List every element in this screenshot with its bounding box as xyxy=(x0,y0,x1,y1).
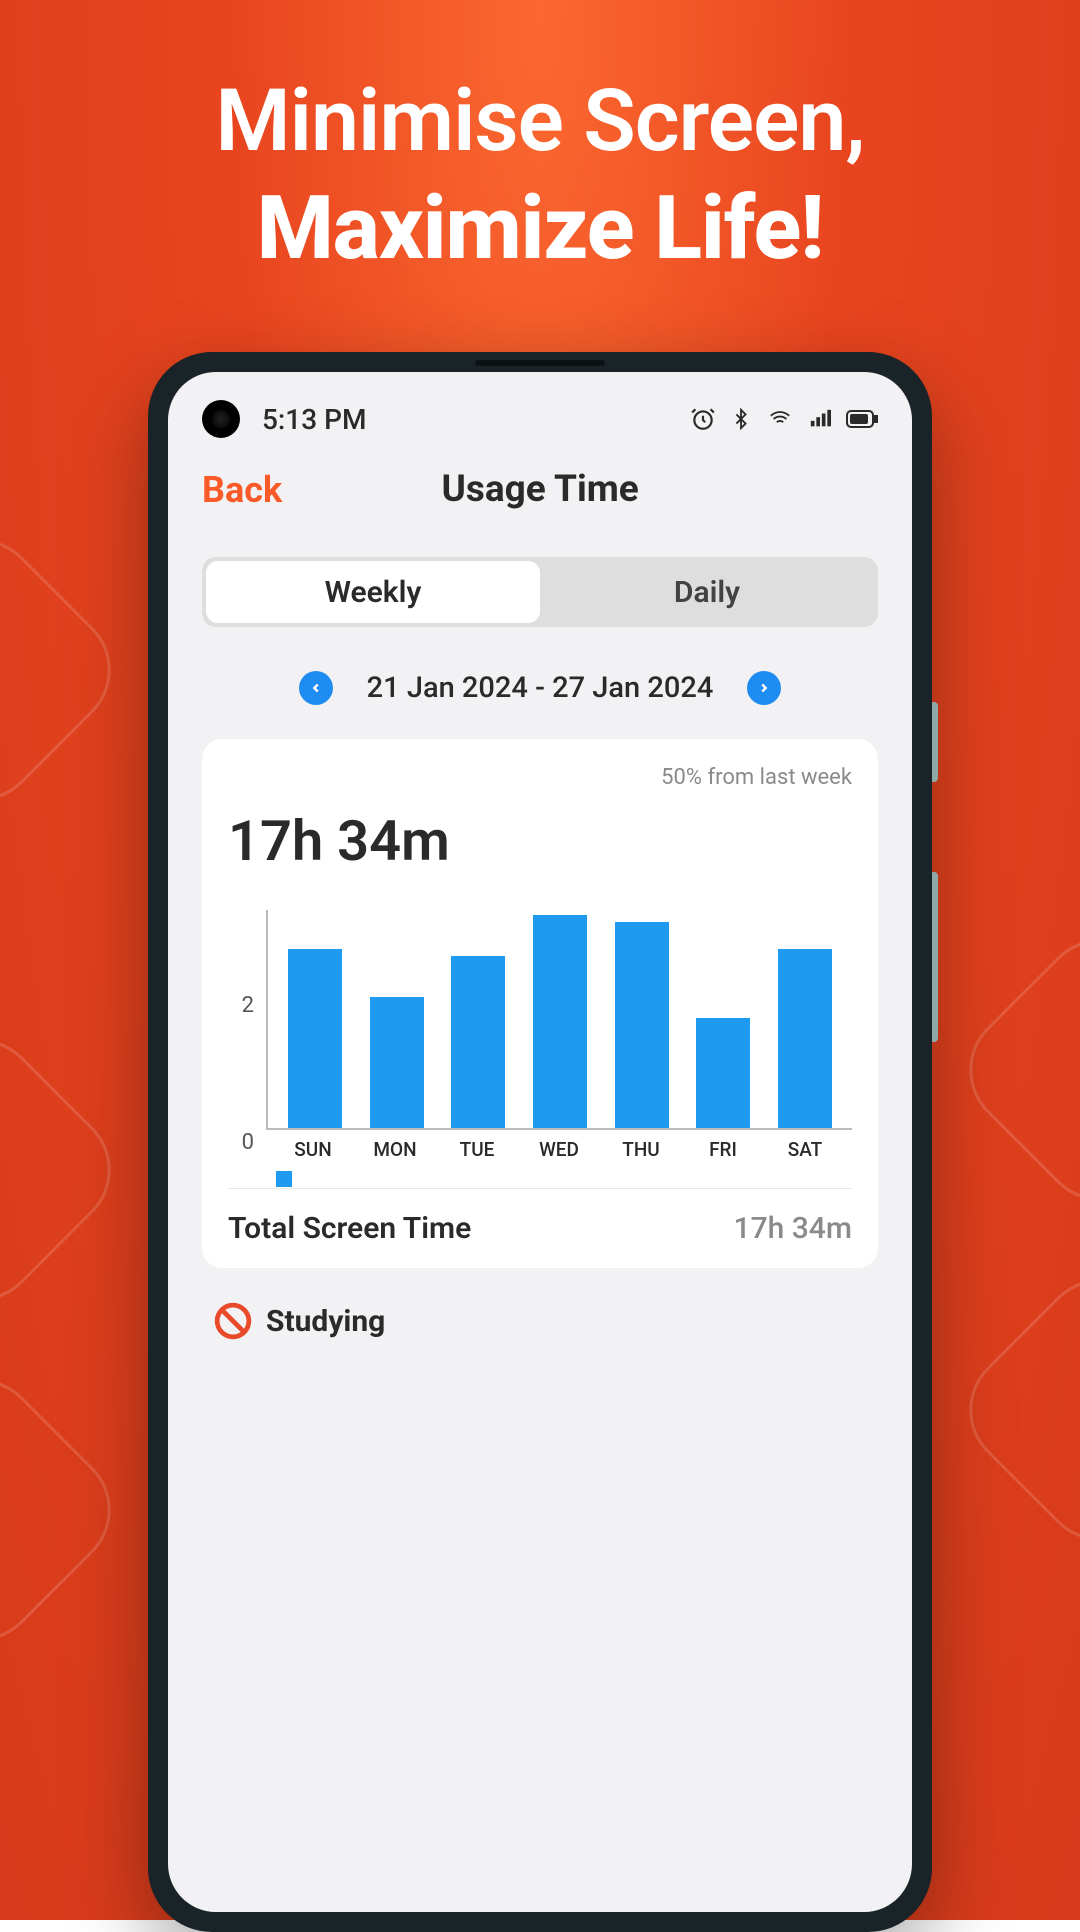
studying-title: Studying xyxy=(266,1304,385,1339)
chart-legend-swatch xyxy=(276,1171,292,1187)
chart-x-tick: SAT xyxy=(772,1138,838,1161)
weekly-usage-chart: 02 SUN MON TUE WED THU FRI SAT xyxy=(228,910,852,1168)
chart-bar[interactable] xyxy=(609,922,675,1128)
total-usage-time: 17h 34m xyxy=(228,808,852,874)
hero-line-2: Maximize Life! xyxy=(0,177,1080,280)
alarm-icon xyxy=(690,406,716,432)
app-header: Back Usage Time xyxy=(168,452,912,533)
chart-x-tick: SUN xyxy=(280,1138,346,1161)
usage-summary-card: 50% from last week 17h 34m 02 SUN MON TUE W… xyxy=(202,739,878,1268)
battery-icon xyxy=(846,409,878,429)
tab-daily[interactable]: Daily xyxy=(540,561,874,623)
prohibit-icon xyxy=(214,1302,252,1340)
chart-bar[interactable] xyxy=(527,915,593,1128)
studying-section-header: Studying xyxy=(202,1296,878,1346)
tab-weekly[interactable]: Weekly xyxy=(206,561,540,623)
bluetooth-icon xyxy=(730,406,752,432)
chart-y-axis: 02 xyxy=(228,910,264,1130)
total-screen-time-value: 17h 34m xyxy=(734,1211,852,1246)
total-screen-time-row: Total Screen Time 17h 34m xyxy=(228,1188,852,1246)
next-week-button[interactable] xyxy=(747,671,781,705)
status-bar: 5:13 PM xyxy=(168,372,912,452)
hero-tagline: Minimise Screen, Maximize Life! xyxy=(0,0,1080,280)
wifi-icon xyxy=(766,408,794,430)
decoration-shape xyxy=(944,914,1080,1225)
chart-bar[interactable] xyxy=(445,956,511,1128)
phone-speaker xyxy=(475,360,605,366)
hero-line-1: Minimise Screen, xyxy=(0,70,1080,171)
chart-x-tick: WED xyxy=(526,1138,592,1161)
decoration-shape xyxy=(0,1014,136,1325)
date-range-label: 21 Jan 2024 - 27 Jan 2024 xyxy=(367,671,714,705)
decoration-shape xyxy=(944,1254,1080,1565)
prev-week-button[interactable] xyxy=(299,671,333,705)
chart-bars-area xyxy=(266,910,852,1130)
chevron-right-icon xyxy=(757,681,771,695)
chart-x-tick: TUE xyxy=(444,1138,510,1161)
status-icons xyxy=(690,406,878,432)
period-toggle: Weekly Daily xyxy=(202,557,878,627)
phone-power-button xyxy=(932,702,938,782)
phone-frame: 5:13 PM Back Usage Time Weekly Daily xyxy=(148,352,932,1932)
chart-x-tick: MON xyxy=(362,1138,428,1161)
camera-cutout xyxy=(202,400,240,438)
chart-bar[interactable] xyxy=(772,949,838,1128)
page-title: Usage Time xyxy=(202,468,878,511)
signal-icon xyxy=(808,408,832,430)
status-time: 5:13 PM xyxy=(262,403,366,436)
date-navigator: 21 Jan 2024 - 27 Jan 2024 xyxy=(202,671,878,705)
decoration-shape xyxy=(0,514,136,825)
chevron-left-icon xyxy=(309,681,323,695)
chart-bar[interactable] xyxy=(690,1018,756,1128)
chart-x-tick: THU xyxy=(608,1138,674,1161)
chart-bar[interactable] xyxy=(282,949,348,1128)
compare-last-week: 50% from last week xyxy=(228,765,852,790)
chart-x-axis: SUN MON TUE WED THU FRI SAT xyxy=(266,1138,852,1161)
phone-screen: 5:13 PM Back Usage Time Weekly Daily xyxy=(168,372,912,1912)
decoration-shape xyxy=(0,1354,136,1665)
chart-bar[interactable] xyxy=(364,997,430,1128)
chart-x-tick: FRI xyxy=(690,1138,756,1161)
phone-volume-button xyxy=(932,872,938,1042)
total-screen-time-label: Total Screen Time xyxy=(228,1211,471,1246)
